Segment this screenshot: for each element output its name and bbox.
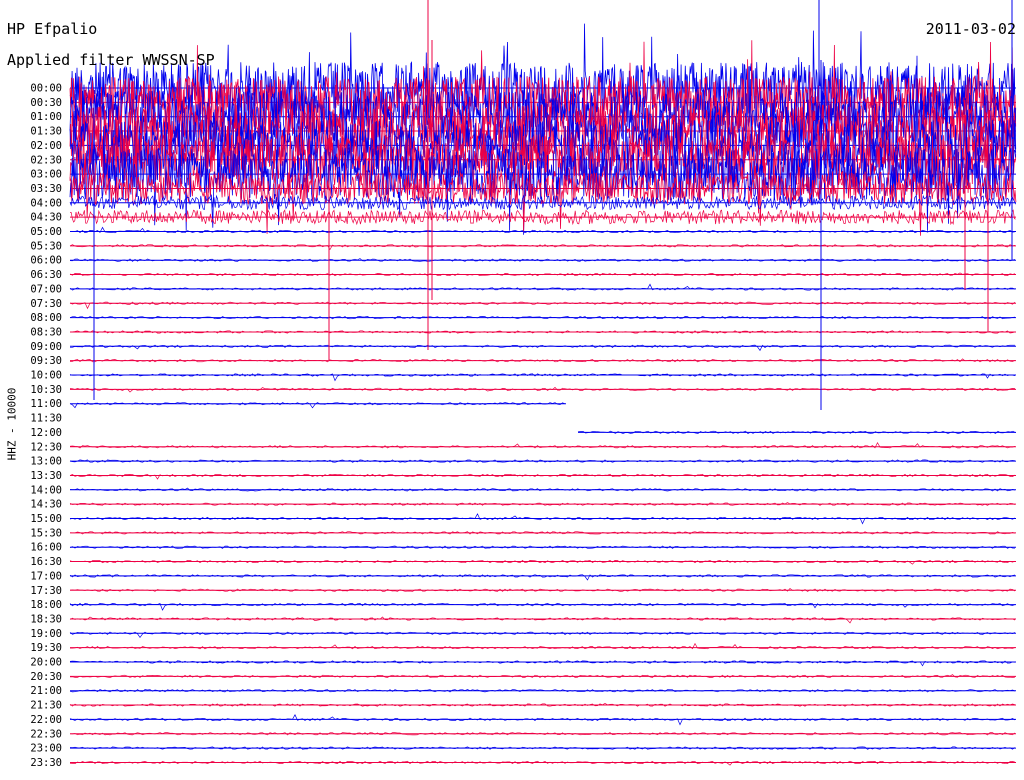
tick-label: 14:30: [30, 499, 62, 511]
tick-label: 09:00: [30, 341, 62, 353]
helicorder-plot: 00:00 00:30 01:00 01:30 02:00 02:30 03:00 03:30…: [30, 0, 1017, 769]
seismic-traces: [69, 0, 1017, 766]
time-tick-labels: 00:00 00:30 01:00 01:30 02:00 02:30 03:00 03:30…: [30, 83, 62, 769]
tick-label: 03:30: [30, 183, 62, 195]
tick-label: 08:30: [30, 326, 62, 338]
tick-label: 07:30: [30, 298, 62, 310]
seismic-trace: [69, 513, 1016, 525]
channel-label: HHZ - 10000: [5, 387, 19, 461]
tick-label: 17:00: [30, 570, 62, 582]
tick-label: 22:00: [30, 714, 62, 726]
seismic-trace: [69, 616, 1016, 624]
tick-label: 07:00: [30, 283, 62, 295]
tick-label: 21:00: [30, 685, 62, 697]
tick-label: 05:00: [30, 226, 62, 238]
tick-label: 10:30: [30, 384, 62, 396]
tick-label: 01:00: [30, 111, 62, 123]
tick-label: 01:30: [30, 126, 62, 138]
record-date: 2011-03-02: [925, 20, 1016, 38]
tick-label: 08:00: [30, 312, 62, 324]
tick-label: 09:30: [30, 355, 62, 367]
tick-label: 14:00: [30, 484, 62, 496]
tick-label: 19:30: [30, 642, 62, 654]
tick-label: 19:00: [30, 628, 62, 640]
tick-label: 05:30: [30, 240, 62, 252]
filter-label: Applied filter WWSSN-SP: [7, 51, 215, 69]
tick-label: 04:30: [30, 212, 62, 224]
tick-label: 16:00: [30, 542, 62, 554]
tick-label: 13:00: [30, 456, 62, 468]
tick-label: 10:00: [30, 370, 62, 382]
tick-label: 04:00: [30, 197, 62, 209]
tick-label: 22:30: [30, 728, 62, 740]
tick-label: 23:00: [30, 743, 62, 755]
tick-label: 18:00: [30, 599, 62, 611]
tick-label: 00:00: [30, 83, 62, 95]
station-title: HP Efpalio: [7, 20, 98, 38]
tick-label: 13:30: [30, 470, 62, 482]
tick-label: 03:00: [30, 169, 62, 181]
tick-label: 23:30: [30, 757, 62, 769]
tick-label: 16:30: [30, 556, 62, 568]
tick-label: 06:00: [30, 255, 62, 267]
tick-label: 11:30: [30, 413, 62, 425]
seismic-trace: [69, 559, 1016, 565]
tick-label: 12:00: [30, 427, 62, 439]
tick-label: 20:00: [30, 657, 62, 669]
seismic-trace: [69, 588, 1016, 592]
tick-label: 00:30: [30, 97, 62, 109]
tick-label: 18:30: [30, 613, 62, 625]
tick-label: 17:30: [30, 585, 62, 597]
tick-label: 06:30: [30, 269, 62, 281]
tick-label: 20:30: [30, 671, 62, 683]
tick-label: 02:00: [30, 140, 62, 152]
tick-label: 15:30: [30, 527, 62, 539]
tick-label: 15:00: [30, 513, 62, 525]
seismic-trace: [69, 760, 1016, 766]
tick-label: 11:00: [30, 398, 62, 410]
tick-label: 02:30: [30, 154, 62, 166]
tick-label: 12:30: [30, 441, 62, 453]
tick-label: 21:30: [30, 700, 62, 712]
